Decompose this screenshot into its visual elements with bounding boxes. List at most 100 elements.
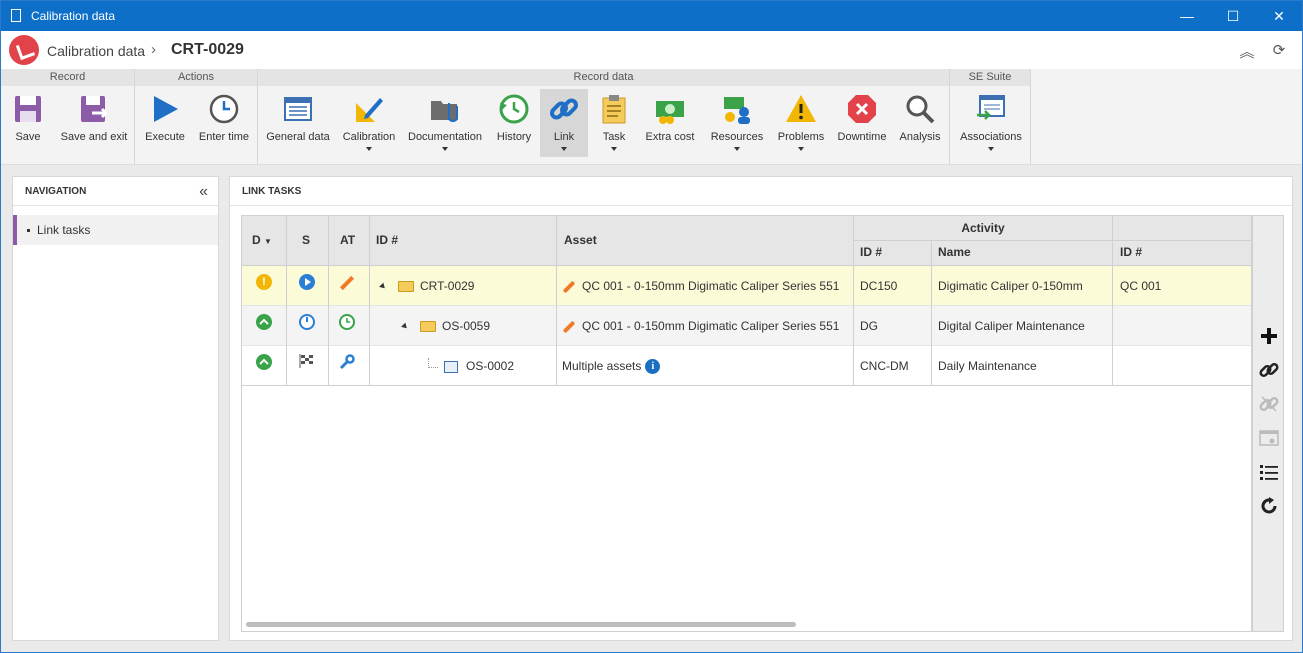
in-progress-icon bbox=[299, 274, 315, 290]
breadcrumb-root[interactable]: Calibration data bbox=[47, 43, 145, 59]
link-label: Link bbox=[553, 131, 575, 143]
general-data-button[interactable]: General data bbox=[262, 89, 334, 157]
add-icon[interactable] bbox=[1257, 326, 1281, 350]
extra-cost-label: Extra cost bbox=[645, 131, 695, 143]
refresh-icon[interactable]: ⟳ bbox=[1269, 41, 1289, 61]
nav-item-link-tasks[interactable]: Link tasks bbox=[13, 215, 218, 245]
up-arrow-status-icon bbox=[256, 354, 272, 370]
wrench-icon bbox=[339, 354, 355, 370]
link-icon bbox=[548, 93, 580, 125]
minimize-button[interactable]: — bbox=[1164, 1, 1210, 31]
column-group-activity: Activity bbox=[961, 221, 1005, 235]
execute-button[interactable]: Execute bbox=[141, 89, 189, 157]
link-icon[interactable] bbox=[1257, 360, 1281, 384]
folder-clip-icon bbox=[429, 93, 461, 125]
column-id-2[interactable]: ID # bbox=[1120, 245, 1142, 259]
asset-cell: QC 001 - 0-150mm Digimatic Caliper Serie… bbox=[562, 306, 839, 346]
column-at[interactable]: AT bbox=[340, 233, 355, 247]
close-button[interactable]: ✕ bbox=[1256, 1, 1302, 31]
dropdown-arrow-icon bbox=[366, 147, 372, 151]
maximize-button[interactable]: ☐ bbox=[1210, 1, 1256, 31]
history-button[interactable]: History bbox=[492, 89, 536, 157]
group-title: SE Suite bbox=[950, 69, 1030, 86]
enter-time-button[interactable]: Enter time bbox=[195, 89, 253, 157]
column-activity-id[interactable]: ID # bbox=[860, 245, 882, 259]
collapse-up-icon[interactable]: ︽ bbox=[1237, 41, 1257, 61]
horizontal-scrollbar[interactable] bbox=[246, 622, 796, 627]
row-id: OS-0059 bbox=[442, 319, 491, 333]
column-id[interactable]: ID # bbox=[376, 233, 398, 247]
column-s[interactable]: S bbox=[302, 233, 310, 247]
dropdown-arrow-icon bbox=[988, 147, 994, 151]
column-activity-name[interactable]: Name bbox=[938, 245, 971, 259]
asset-text: Multiple assets bbox=[562, 359, 642, 373]
dropdown-arrow-icon bbox=[442, 147, 448, 151]
refresh-icon[interactable] bbox=[1257, 496, 1281, 520]
record-header: Calibration data › CRT-0029 ︽ ⟳ bbox=[1, 31, 1302, 69]
expand-icon[interactable] bbox=[379, 282, 387, 291]
documentation-label: Documentation bbox=[408, 131, 482, 143]
row-id: OS-0002 bbox=[466, 359, 515, 373]
group-title: Record data bbox=[258, 69, 949, 86]
task-button[interactable]: Task bbox=[594, 89, 634, 157]
analysis-button[interactable]: Analysis bbox=[896, 89, 944, 157]
enter-time-label: Enter time bbox=[198, 131, 250, 143]
downtime-label: Downtime bbox=[837, 131, 887, 143]
window-title: Calibration data bbox=[31, 9, 116, 23]
title-bar: Calibration data — ☐ ✕ bbox=[1, 1, 1302, 31]
play-icon bbox=[149, 93, 181, 125]
link-tasks-panel: LINK TASKS D ▼ S AT ID # Asset Activity … bbox=[229, 176, 1293, 641]
column-divider bbox=[1112, 216, 1113, 386]
navigation-title: NAVIGATION bbox=[13, 177, 218, 206]
asset-text: QC 001 - 0-150mm Digimatic Caliper Serie… bbox=[582, 319, 840, 333]
resources-button[interactable]: Resources bbox=[706, 89, 768, 157]
nav-item-label: Link tasks bbox=[37, 223, 91, 237]
associations-label: Associations bbox=[960, 131, 1022, 143]
documentation-button[interactable]: Documentation bbox=[404, 89, 486, 157]
row-id: CRT-0029 bbox=[420, 279, 475, 293]
table-row[interactable]: OS-0059 QC 001 - 0-150mm Digimatic Calip… bbox=[242, 306, 1251, 346]
column-divider bbox=[931, 241, 932, 386]
bullet-icon bbox=[27, 229, 30, 233]
link-tasks-grid: D ▼ S AT ID # Asset Activity ID # Name I… bbox=[241, 215, 1252, 632]
save-icon bbox=[12, 93, 44, 125]
ribbon-group-actions: Actions Execute Enter time bbox=[135, 69, 258, 164]
activity-name-cell: Digital Caliper Maintenance bbox=[938, 319, 1085, 333]
problems-button[interactable]: Problems bbox=[774, 89, 828, 157]
extra-cost-button[interactable]: Extra cost bbox=[640, 89, 700, 157]
column-d-label: D bbox=[252, 233, 261, 247]
tree-connector bbox=[428, 357, 438, 368]
link-button[interactable]: Link bbox=[540, 89, 588, 157]
app-logo-icon bbox=[9, 35, 39, 65]
column-divider bbox=[369, 216, 370, 386]
activity-id-cell: DC150 bbox=[860, 279, 898, 293]
ribbon: Record Save Save and exit Actions Execut… bbox=[1, 69, 1302, 165]
ribbon-group-record-data: Record data General data Calibration Doc… bbox=[258, 69, 950, 164]
view-icon[interactable] bbox=[1257, 428, 1281, 452]
grid-header: D ▼ S AT ID # Asset Activity ID # Name I… bbox=[242, 216, 1251, 266]
folder-icon bbox=[398, 281, 414, 293]
alert-status-icon: ! bbox=[256, 274, 272, 290]
column-divider bbox=[853, 216, 854, 386]
column-d[interactable]: D ▼ bbox=[252, 233, 272, 247]
form-icon bbox=[444, 360, 458, 373]
save-and-exit-button[interactable]: Save and exit bbox=[57, 89, 131, 157]
info-icon[interactable]: i bbox=[645, 359, 661, 375]
associations-button[interactable]: Associations bbox=[956, 89, 1026, 157]
ribbon-group-se-suite: SE Suite Associations bbox=[950, 69, 1031, 164]
save-button[interactable]: Save bbox=[7, 89, 49, 157]
calibration-label: Calibration bbox=[342, 131, 396, 143]
table-row[interactable]: OS-0002 Multiple assets i CNC-DM Daily Ma… bbox=[242, 346, 1251, 386]
list-icon[interactable] bbox=[1257, 462, 1281, 486]
downtime-button[interactable]: Downtime bbox=[834, 89, 890, 157]
clock-icon bbox=[208, 93, 240, 125]
expand-icon[interactable] bbox=[401, 322, 409, 331]
unlink-icon[interactable] bbox=[1257, 394, 1281, 418]
calibration-button[interactable]: Calibration bbox=[340, 89, 398, 157]
table-row[interactable]: ! CRT-0029 QC 001 - 0-150mm Digimatic Ca… bbox=[242, 266, 1251, 306]
asset-cell: Multiple assets i bbox=[562, 346, 661, 386]
collapse-left-icon[interactable]: « bbox=[199, 183, 208, 201]
group-title: Record bbox=[1, 69, 134, 86]
column-asset[interactable]: Asset bbox=[564, 233, 597, 247]
caliper-icon bbox=[339, 275, 355, 291]
